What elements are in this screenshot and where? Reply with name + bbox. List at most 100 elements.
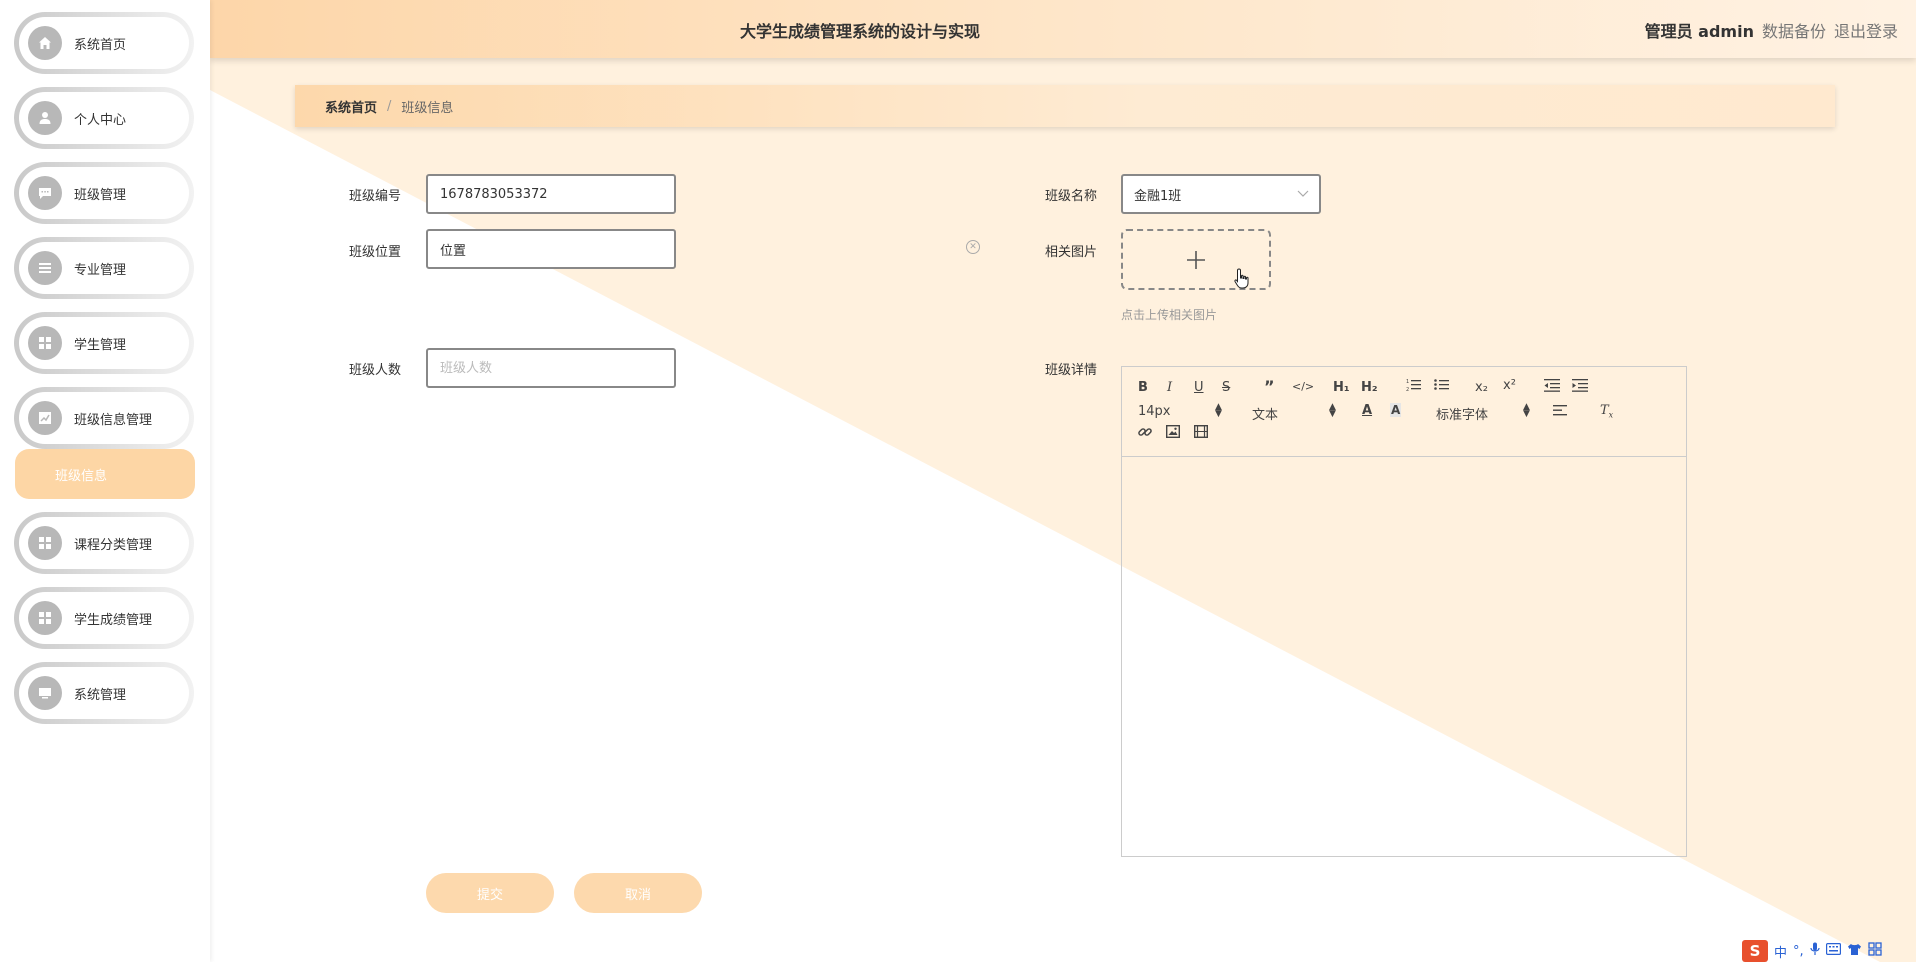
background-color-icon[interactable]: A bbox=[1390, 403, 1402, 417]
upload-hint: 点击上传相关图片 bbox=[1121, 308, 1218, 322]
user-icon bbox=[28, 101, 62, 135]
italic-icon[interactable]: I bbox=[1167, 380, 1172, 395]
editor-content-area[interactable] bbox=[1122, 457, 1686, 856]
underline-icon[interactable]: U bbox=[1194, 380, 1204, 395]
heading2-icon[interactable]: H₂ bbox=[1361, 380, 1378, 395]
grid-icon bbox=[28, 326, 62, 360]
sidebar-item-label: 专业管理 bbox=[74, 262, 127, 278]
sidebar-item-label: 学生成绩管理 bbox=[74, 612, 153, 628]
indent-icon[interactable] bbox=[1572, 378, 1588, 396]
image-label: 相关图片 bbox=[1045, 245, 1098, 260]
heading1-icon[interactable]: H₁ bbox=[1333, 380, 1350, 395]
class-no-label: 班级编号 bbox=[349, 189, 402, 204]
svg-text:1: 1 bbox=[1406, 379, 1409, 385]
chart-icon bbox=[28, 401, 62, 435]
select-arrows-icon: ▲ ▼ bbox=[1523, 402, 1530, 419]
sidebar-item-student[interactable]: 学生管理 bbox=[14, 312, 194, 374]
svg-text:2: 2 bbox=[1406, 387, 1409, 392]
skin-icon[interactable] bbox=[1847, 943, 1862, 960]
clear-icon[interactable]: ✕ bbox=[966, 240, 980, 254]
paragraph-select[interactable]: 文本 ▲ ▼ bbox=[1252, 402, 1342, 424]
plus-icon bbox=[1187, 250, 1205, 269]
font-size-value: 14px bbox=[1138, 404, 1171, 419]
cancel-button[interactable]: 取消 bbox=[574, 873, 702, 913]
font-family-select[interactable]: 标准字体 ▲ ▼ bbox=[1436, 403, 1530, 424]
grid-icon bbox=[28, 601, 62, 635]
keyboard-icon[interactable] bbox=[1825, 943, 1841, 959]
breadcrumb: 系统首页 / 班级信息 bbox=[295, 85, 1835, 127]
ordered-list-icon[interactable]: 12 bbox=[1406, 378, 1422, 396]
editor-toolbar: B I U S ” </> H₁ H₂ 12 x₂ x² 14px ▲ ▼ 文本 … bbox=[1122, 367, 1686, 457]
logout-link[interactable]: 退出登录 bbox=[1834, 18, 1898, 42]
grid-icon bbox=[28, 526, 62, 560]
font-family-value: 标准字体 bbox=[1436, 408, 1489, 423]
video-icon[interactable] bbox=[1193, 424, 1209, 442]
sidebar-item-label: 个人中心 bbox=[74, 112, 127, 128]
sidebar-item-grades[interactable]: 学生成绩管理 bbox=[14, 587, 194, 649]
outdent-icon[interactable] bbox=[1544, 378, 1560, 396]
app-title: 大学生成绩管理系统的设计与实现 bbox=[739, 22, 980, 41]
sidebar-item-label: 系统首页 bbox=[74, 37, 127, 53]
code-icon[interactable]: </> bbox=[1292, 380, 1314, 393]
sidebar-subitem-label: 班级信息 bbox=[55, 468, 108, 484]
microphone-icon[interactable] bbox=[1810, 942, 1820, 960]
class-size-label: 班级人数 bbox=[349, 363, 402, 378]
submit-button[interactable]: 提交 bbox=[426, 873, 554, 913]
sidebar-subitem-class-info[interactable]: 班级信息 bbox=[15, 449, 195, 499]
chevron-down-icon bbox=[1297, 188, 1309, 201]
hand-cursor-icon bbox=[1234, 268, 1249, 289]
sidebar-item-system[interactable]: 系统管理 bbox=[14, 662, 194, 724]
sidebar-item-major[interactable]: 专业管理 bbox=[14, 237, 194, 299]
sidebar-item-label: 课程分类管理 bbox=[74, 537, 153, 553]
class-size-input[interactable] bbox=[426, 348, 676, 388]
sidebar-item-label: 学生管理 bbox=[74, 337, 127, 353]
text-color-icon[interactable]: A bbox=[1362, 403, 1372, 418]
sidebar-item-label: 系统管理 bbox=[74, 687, 127, 703]
sidebar-item-home[interactable]: 系统首页 bbox=[14, 12, 194, 74]
monitor-icon bbox=[28, 676, 62, 710]
select-arrows-icon: ▲ ▼ bbox=[1215, 402, 1222, 419]
rich-text-editor: B I U S ” </> H₁ H₂ 12 x₂ x² 14px ▲ ▼ 文本 … bbox=[1121, 366, 1687, 857]
bold-icon[interactable]: B bbox=[1138, 380, 1148, 395]
bullet-list-icon[interactable] bbox=[1434, 378, 1450, 396]
detail-label: 班级详情 bbox=[1045, 363, 1098, 378]
breadcrumb-separator: / bbox=[387, 98, 392, 114]
ime-toolbar: S 中 °, bbox=[1742, 940, 1882, 962]
chat-icon bbox=[28, 176, 62, 210]
breadcrumb-home[interactable]: 系统首页 bbox=[325, 97, 377, 116]
list-icon bbox=[28, 251, 62, 285]
breadcrumb-current: 班级信息 bbox=[401, 100, 454, 116]
superscript-icon[interactable]: x² bbox=[1503, 378, 1516, 393]
class-name-label: 班级名称 bbox=[1045, 189, 1098, 204]
paragraph-value: 文本 bbox=[1252, 408, 1279, 423]
class-name-select[interactable]: 金融1班 bbox=[1121, 174, 1321, 214]
sidebar-item-label: 班级管理 bbox=[74, 187, 127, 203]
class-location-input[interactable] bbox=[426, 229, 676, 269]
sidebar-item-profile[interactable]: 个人中心 bbox=[14, 87, 194, 149]
link-icon[interactable] bbox=[1138, 425, 1152, 443]
sidebar-item-label: 班级信息管理 bbox=[74, 412, 153, 428]
class-location-label: 班级位置 bbox=[349, 245, 402, 260]
clear-format-icon[interactable]: Tx bbox=[1600, 403, 1613, 420]
class-no-input[interactable] bbox=[426, 174, 676, 214]
sidebar-item-course-category[interactable]: 课程分类管理 bbox=[14, 512, 194, 574]
align-icon[interactable] bbox=[1553, 404, 1567, 421]
sidebar-item-class[interactable]: 班级管理 bbox=[14, 162, 194, 224]
ime-language[interactable]: 中 bbox=[1774, 942, 1787, 961]
select-arrows-icon: ▲ ▼ bbox=[1329, 402, 1336, 419]
backup-link[interactable]: 数据备份 bbox=[1762, 18, 1826, 42]
strikethrough-icon[interactable]: S bbox=[1222, 380, 1230, 395]
class-name-selected: 金融1班 bbox=[1134, 188, 1182, 204]
sogou-logo-icon[interactable]: S bbox=[1742, 940, 1768, 962]
sidebar: 系统首页 个人中心 班级管理 专业管理 学生管理 班级信息管理 班级信息 课程分… bbox=[0, 0, 210, 962]
subscript-icon[interactable]: x₂ bbox=[1475, 380, 1488, 395]
blockquote-icon[interactable]: ” bbox=[1264, 377, 1275, 396]
image-icon[interactable] bbox=[1165, 424, 1181, 442]
font-size-select[interactable]: 14px ▲ ▼ bbox=[1138, 402, 1228, 420]
ime-punctuation[interactable]: °, bbox=[1793, 944, 1804, 959]
sidebar-item-class-info[interactable]: 班级信息管理 bbox=[14, 387, 194, 449]
top-header: 大学生成绩管理系统的设计与实现 管理员 admin 数据备份 退出登录 bbox=[210, 0, 1916, 58]
grid-menu-icon[interactable] bbox=[1868, 942, 1882, 960]
header-actions: 管理员 admin 数据备份 退出登录 bbox=[1645, 18, 1898, 42]
home-icon bbox=[28, 26, 62, 60]
